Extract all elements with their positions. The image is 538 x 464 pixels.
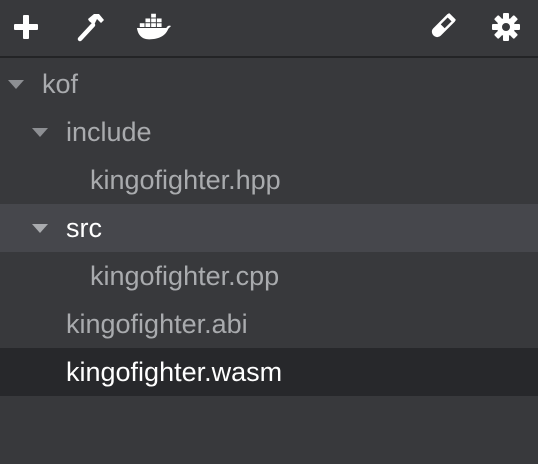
tree-file-cpp[interactable]: kingofighter.cpp xyxy=(0,252,538,300)
test-tube-icon xyxy=(431,13,456,38)
tree-folder-include[interactable]: include xyxy=(0,108,538,156)
add-button[interactable] xyxy=(8,9,44,45)
caret-down-icon[interactable] xyxy=(30,108,50,156)
tree-item-label: kingofighter.wasm xyxy=(66,357,283,387)
tree-item-label: kingofighter.abi xyxy=(66,309,248,339)
test-button[interactable] xyxy=(424,9,460,45)
file-explorer-panel: kof include kingofighter.hpp src kingofi… xyxy=(0,0,538,464)
tree-item-label: src xyxy=(66,213,102,243)
caret-down-icon[interactable] xyxy=(6,60,26,108)
settings-button[interactable] xyxy=(488,9,524,45)
tree-folder-src[interactable]: src xyxy=(0,204,538,252)
tree-item-label: include xyxy=(66,117,152,147)
tree-file-hpp[interactable]: kingofighter.hpp xyxy=(0,156,538,204)
tree-item-label: kof xyxy=(42,69,79,99)
caret-down-icon[interactable] xyxy=(30,204,50,252)
plus-icon xyxy=(14,15,38,39)
tree-item-label: kingofighter.hpp xyxy=(90,165,281,195)
gear-icon xyxy=(492,13,520,41)
tree-file-abi[interactable]: kingofighter.abi xyxy=(0,300,538,348)
hammer-icon xyxy=(77,14,104,42)
file-tree: kof include kingofighter.hpp src kingofi… xyxy=(0,60,538,396)
tree-folder-kof[interactable]: kof xyxy=(0,60,538,108)
docker-whale-icon xyxy=(136,13,172,40)
explorer-toolbar xyxy=(0,0,538,58)
tree-item-label: kingofighter.cpp xyxy=(90,261,280,291)
tree-file-wasm[interactable]: kingofighter.wasm xyxy=(0,348,538,396)
build-button[interactable] xyxy=(72,9,108,45)
docker-button[interactable] xyxy=(136,9,172,45)
